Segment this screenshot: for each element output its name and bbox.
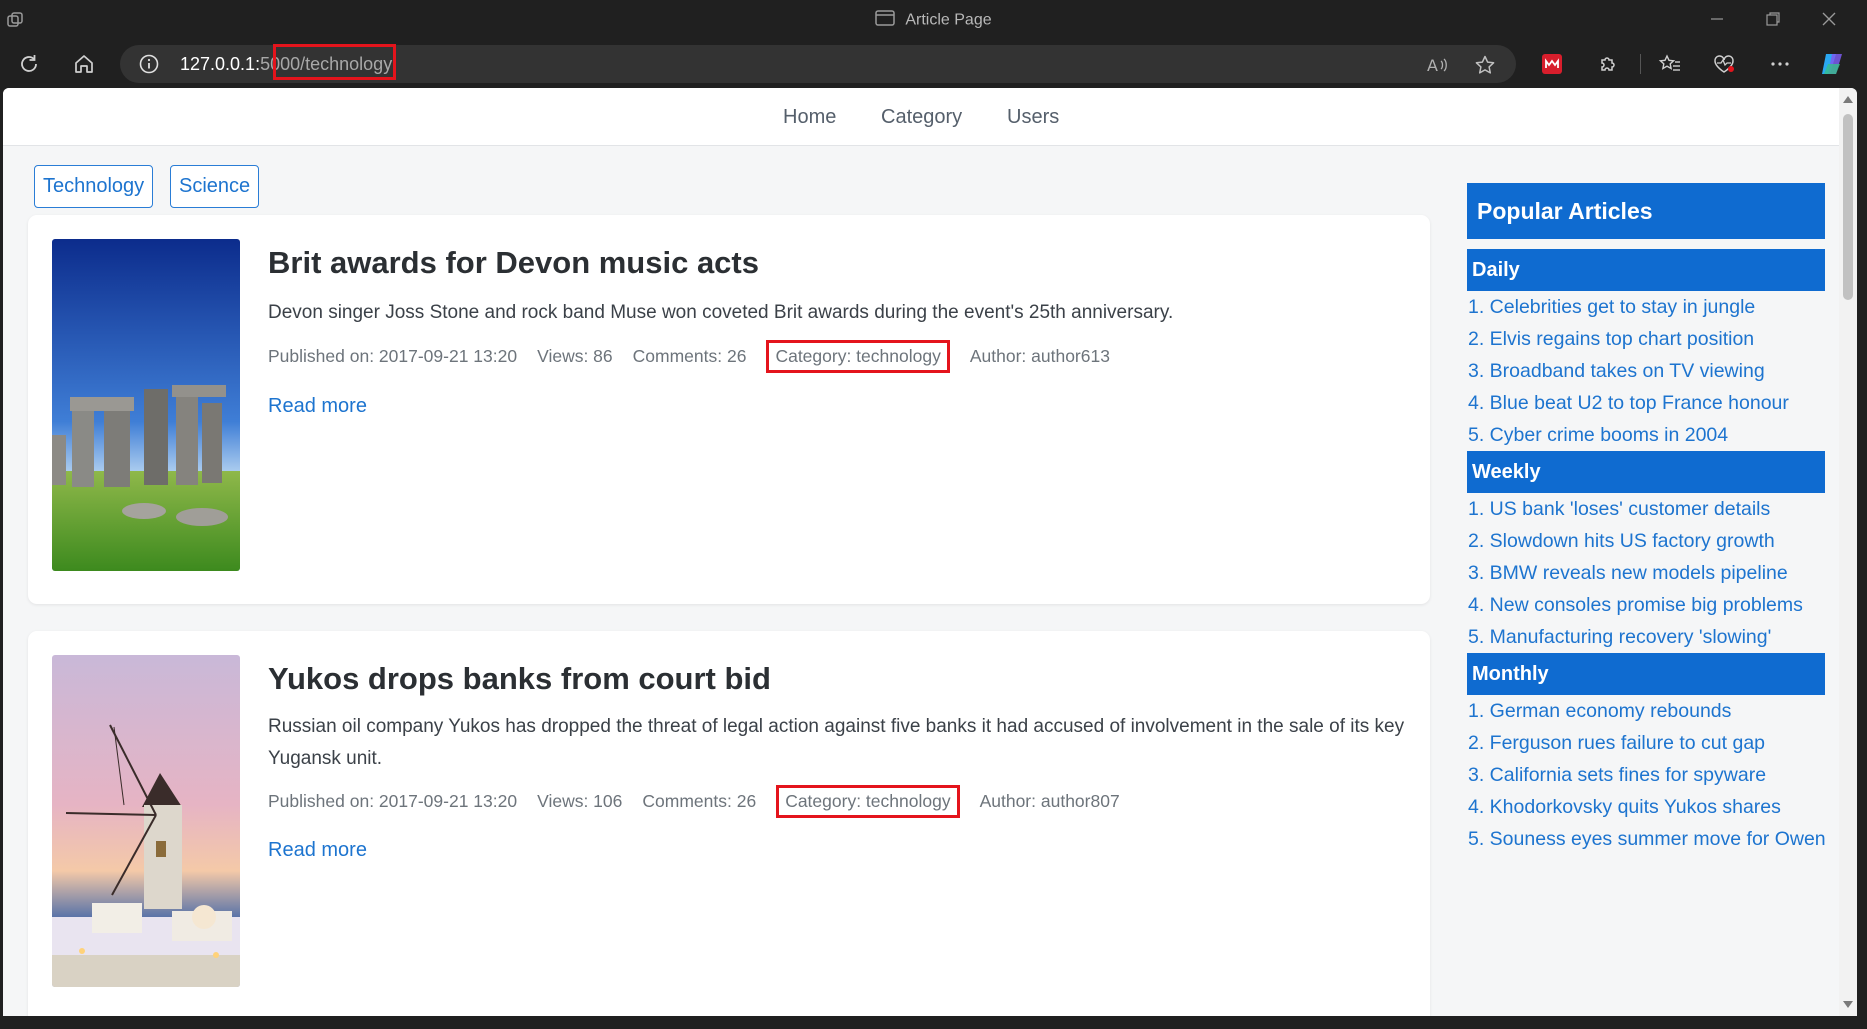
article-title[interactable]: Yukos drops banks from court bid [268, 661, 771, 697]
popular-article-link[interactable]: 4. Blue beat U2 to top France honour [1467, 387, 1825, 419]
monthly-list: 1. German economy rebounds 2. Ferguson r… [1467, 695, 1826, 855]
toolbar-separator [1640, 54, 1641, 74]
browser-essentials-icon[interactable] [1710, 50, 1738, 78]
popular-article-link[interactable]: 5. Souness eyes summer move for Owen [1467, 823, 1826, 855]
category-button-science[interactable]: Science [170, 165, 260, 208]
close-icon[interactable] [1818, 8, 1840, 35]
browser-toolbar: 127.0.0.1:5000/technology A [0, 40, 1867, 88]
read-more-link[interactable]: Read more [268, 395, 367, 418]
favorite-star-icon[interactable] [1474, 54, 1496, 81]
comments-count: Comments: 26 [642, 791, 757, 811]
author-label: Author: author807 [979, 791, 1120, 811]
popular-article-link[interactable]: 1. Celebrities get to stay in jungle [1467, 291, 1825, 323]
views-count: Views: 106 [537, 791, 623, 811]
url-path-highlight [273, 44, 396, 80]
article-thumbnail-stonehenge[interactable] [52, 239, 240, 571]
favorites-icon[interactable] [1656, 50, 1684, 78]
category-button-technology[interactable]: Technology [34, 165, 154, 208]
page-scrollbar[interactable] [1839, 88, 1857, 1016]
popular-article-link[interactable]: 2. Slowdown hits US factory growth [1467, 525, 1825, 557]
article-thumbnail-windmill[interactable] [52, 655, 240, 987]
article-card: Brit awards for Devon music acts Devon s… [28, 215, 1430, 604]
scrollbar-thumb[interactable] [1843, 114, 1853, 300]
category-label-highlighted: Category: technology [776, 785, 960, 818]
popular-articles-sidebar: Popular Articles Daily 1. Celebrities ge… [1467, 183, 1826, 855]
window-title: Article Page [0, 10, 1867, 31]
article-card: Yukos drops banks from court bid Russian… [28, 631, 1430, 1016]
copilot-icon[interactable] [1818, 50, 1846, 78]
views-count: Views: 86 [537, 346, 613, 366]
extensions-puzzle-icon[interactable] [1594, 50, 1622, 78]
popular-article-link[interactable]: 3. Broadband takes on TV viewing [1467, 355, 1825, 387]
daily-list: 1. Celebrities get to stay in jungle 2. … [1467, 291, 1825, 451]
section-monthly-header: Monthly [1467, 653, 1825, 695]
svg-text:A: A [1427, 56, 1438, 75]
read-more-link[interactable]: Read more [268, 839, 367, 862]
nav-home-link[interactable]: Home [783, 106, 836, 129]
popular-article-link[interactable]: 2. Elvis regains top chart position [1467, 323, 1825, 355]
article-summary: Devon singer Joss Stone and rock band Mu… [268, 302, 1174, 323]
window-title-text: Article Page [905, 11, 992, 29]
address-bar[interactable]: 127.0.0.1:5000/technology A [120, 44, 1516, 83]
article-title[interactable]: Brit awards for Devon music acts [268, 245, 759, 281]
section-daily-header: Daily [1467, 249, 1825, 291]
popular-article-link[interactable]: 3. California sets fines for spyware [1467, 759, 1825, 791]
published-date: Published on: 2017-09-21 13:20 [268, 791, 518, 811]
popular-article-link[interactable]: 5. Manufacturing recovery 'slowing' [1467, 621, 1825, 653]
minimize-icon[interactable] [1706, 8, 1728, 35]
refresh-icon[interactable] [15, 50, 43, 78]
tab-page-icon [875, 10, 896, 31]
comments-count: Comments: 26 [632, 346, 747, 366]
popular-article-link[interactable]: 5. Cyber crime booms in 2004 [1467, 419, 1825, 451]
extension-red-icon[interactable] [1538, 50, 1566, 78]
window-titlebar: Article Page [0, 0, 1867, 40]
restore-icon[interactable] [1762, 8, 1784, 35]
section-weekly-header: Weekly [1467, 451, 1825, 493]
page-viewport: Home Category Users Technology Science B… [3, 88, 1857, 1016]
nav-category-link[interactable]: Category [881, 106, 962, 129]
scroll-down-arrow-icon[interactable] [1843, 1001, 1853, 1008]
url-host: 127.0.0.1: [180, 54, 261, 74]
popular-article-link[interactable]: 4. Khodorkovsky quits Yukos shares [1467, 791, 1825, 823]
popular-article-link[interactable]: 2. Ferguson rues failure to cut gap [1467, 727, 1825, 759]
article-meta: Published on: 2017-09-21 13:20 Views: 106… [268, 785, 1140, 818]
popular-articles-title: Popular Articles [1467, 183, 1825, 239]
top-navigation: Home Category Users [3, 88, 1839, 146]
popular-article-link[interactable]: 4. New consoles promise big problems [1467, 589, 1825, 621]
nav-users-link[interactable]: Users [1007, 106, 1059, 129]
category-label-highlighted: Category: technology [766, 340, 950, 373]
site-info-icon[interactable] [138, 53, 160, 80]
popular-article-link[interactable]: 3. BMW reveals new models pipeline [1467, 557, 1825, 589]
popular-article-link[interactable]: 1. German economy rebounds [1467, 695, 1825, 727]
weekly-list: 1. US bank 'loses' customer details 2. S… [1467, 493, 1825, 653]
home-icon[interactable] [70, 50, 98, 78]
article-meta: Published on: 2017-09-21 13:20 Views: 86 C… [268, 340, 1130, 373]
published-date: Published on: 2017-09-21 13:20 [268, 346, 518, 366]
read-aloud-icon[interactable]: A [1426, 54, 1448, 81]
article-summary: Russian oil company Yukos has dropped th… [268, 716, 1405, 769]
scroll-up-arrow-icon[interactable] [1843, 96, 1853, 103]
more-options-icon[interactable] [1766, 50, 1794, 78]
popular-article-link[interactable]: 1. US bank 'loses' customer details [1467, 493, 1825, 525]
author-label: Author: author613 [969, 346, 1110, 366]
